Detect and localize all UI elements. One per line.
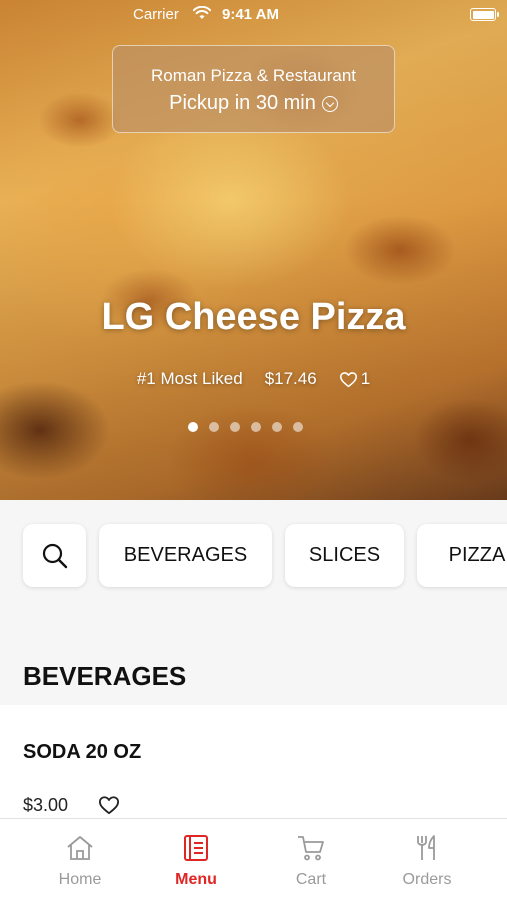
search-icon [42,543,67,568]
category-chip-beverages[interactable]: BEVERAGES [99,524,272,587]
heart-icon [339,371,357,387]
search-button[interactable] [23,524,86,587]
likes-count: 1 [360,369,371,388]
carousel-dot[interactable] [230,422,240,432]
category-chip-slices[interactable]: SLICES [285,524,404,587]
hero-banner[interactable]: Carrier 9:41 AM Roman Pizza & Restaurant… [0,0,507,500]
restaurant-name: Roman Pizza & Restaurant [150,66,357,85]
tab-menu[interactable]: Menu [138,819,254,900]
featured-title: LG Cheese Pizza [101,296,406,338]
featured-likes[interactable]: 1 [339,369,370,389]
carousel-dot[interactable] [209,422,219,432]
carousel-dot[interactable] [251,422,261,432]
carousel-dot[interactable] [188,422,198,432]
featured-meta: #1 Most Liked $17.46 1 [0,369,507,389]
home-icon [67,836,93,860]
featured-price: $17.46 [264,369,317,388]
item-name: SODA 20 OZ [23,741,142,763]
status-bar: Carrier 9:41 AM [0,0,507,30]
tab-home[interactable]: Home [22,819,138,900]
cart-icon [298,836,324,861]
tab-cart[interactable]: Cart [253,819,369,900]
section-header: BEVERAGES [0,610,507,705]
menu-item[interactable]: SODA 20 OZ $3.00 [0,705,507,820]
carrier-label: Carrier [133,6,179,23]
chevron-down-icon [321,95,338,112]
pickup-time: Pickup in 30 min [169,92,316,114]
carousel-dots[interactable] [188,422,303,432]
tab-label: Home [58,871,102,888]
tab-label: Orders [402,871,452,888]
clock: 9:41 AM [222,6,279,23]
pickup-selector[interactable]: Roman Pizza & Restaurant Pickup in 30 mi… [112,45,395,133]
favorite-heart-icon[interactable] [98,795,120,815]
tab-label: Menu [175,871,217,888]
category-chip-pizza[interactable]: PIZZA [417,524,507,587]
orders-icon [417,835,435,860]
battery-icon [470,8,499,21]
featured-rank: #1 Most Liked [136,369,243,388]
pickup-line: Pickup in 30 min [113,92,394,115]
wifi-icon [193,6,211,19]
carousel-dot[interactable] [272,422,282,432]
tab-bar: Home Menu Cart Orders [0,818,507,900]
item-price: $3.00 [23,795,69,815]
tab-label: Cart [295,871,327,888]
tab-orders[interactable]: Orders [369,819,485,900]
menu-icon [184,835,208,861]
carousel-dot[interactable] [293,422,303,432]
category-bar[interactable]: BEVERAGES SLICES PIZZA [0,500,507,610]
section-title: BEVERAGES [23,661,187,691]
